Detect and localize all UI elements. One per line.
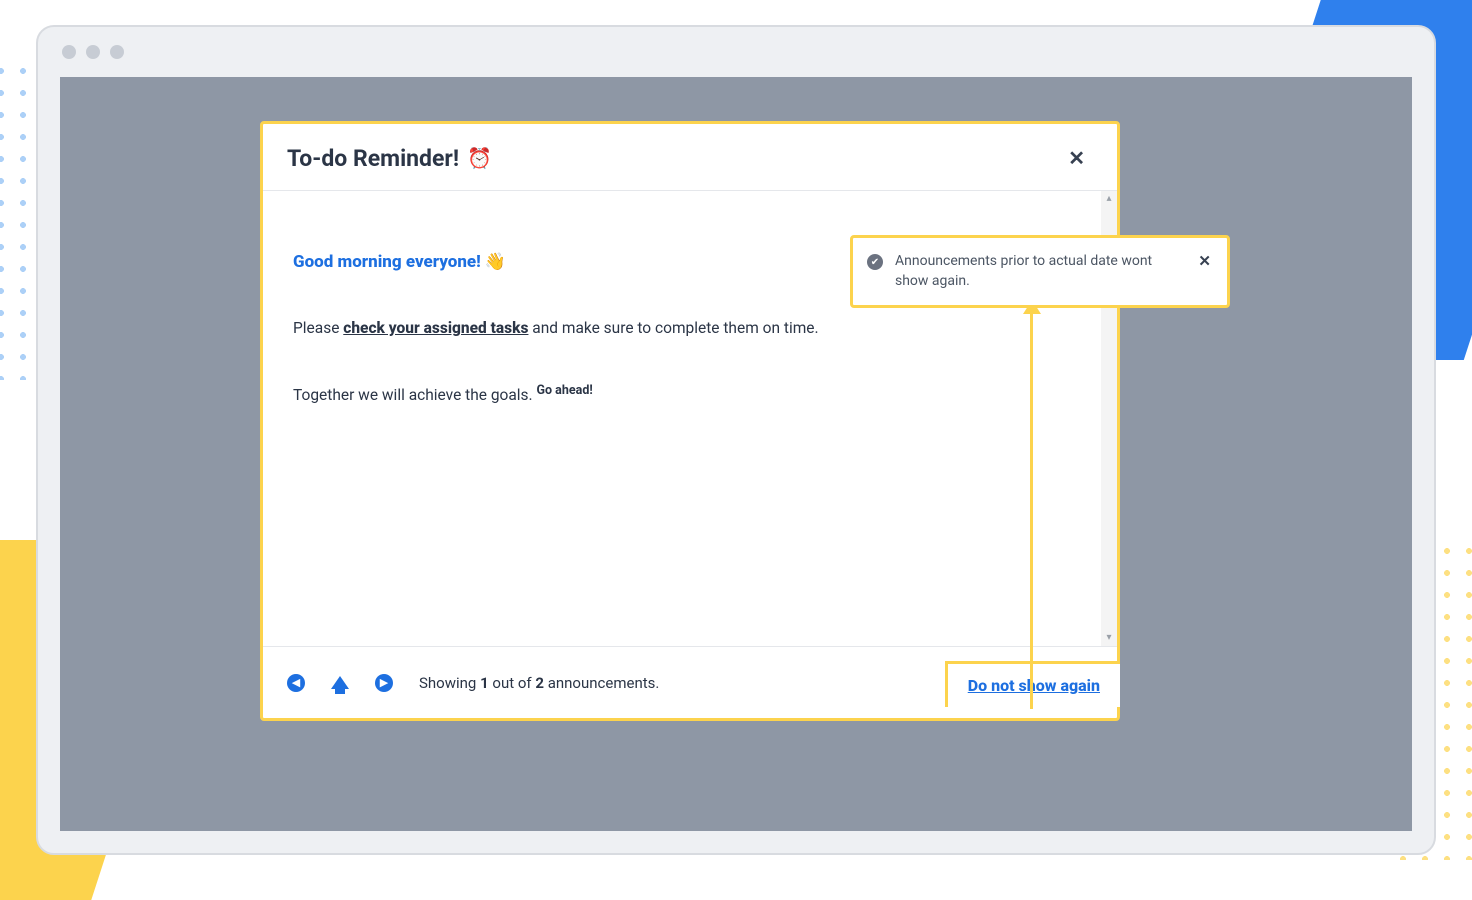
counter-current: 1	[480, 674, 489, 692]
next-announcement-button[interactable]: ▶	[375, 674, 393, 692]
modal-close-button[interactable]: ✕	[1060, 142, 1093, 174]
announcement-counter: Showing 1 out of 2 announcements.	[419, 674, 659, 692]
counter-suffix: announcements.	[544, 674, 659, 692]
browser-titlebar	[38, 27, 1434, 77]
counter-middle: out of	[489, 674, 536, 692]
check-tasks-link[interactable]: check your assigned tasks	[343, 319, 528, 337]
callout-arrow-line	[1030, 309, 1033, 709]
window-dot-1	[62, 45, 76, 59]
goals-line: Together we will achieve the goals. Go a…	[293, 381, 1087, 408]
modal-title: To-do Reminder!	[287, 145, 459, 172]
footer-left: ◀ ▶ Showing 1 out of 2 announcements.	[287, 674, 659, 692]
do-not-show-again-link[interactable]: Do not show again	[968, 676, 1100, 695]
decor-dots-left	[0, 60, 40, 380]
modal-header: To-do Reminder! ⏰ ✕	[263, 124, 1117, 191]
announcement-nav: ◀ ▶	[287, 674, 393, 692]
counter-total: 2	[535, 674, 544, 692]
goals-text: Together we will achieve the goals.	[293, 386, 537, 404]
tasks-text-after: and make sure to complete them on time.	[528, 319, 818, 337]
app-viewport: To-do Reminder! ⏰ ✕ ▴ ▾ Good morning eve…	[60, 77, 1412, 831]
goals-emphasis: Go ahead!	[537, 383, 593, 398]
tasks-text-before: Please	[293, 319, 343, 337]
arrow-left-icon: ◀	[292, 676, 300, 689]
callout-close-button[interactable]: ✕	[1198, 252, 1211, 270]
counter-prefix: Showing	[419, 674, 480, 692]
scroll-down-icon[interactable]: ▾	[1101, 630, 1117, 646]
tasks-instruction: Please check your assigned tasks and mak…	[293, 316, 1087, 341]
modal-footer: ◀ ▶ Showing 1 out of 2 announcements. Do…	[263, 646, 1117, 718]
prev-announcement-button[interactable]: ◀	[287, 674, 305, 692]
window-dot-2	[86, 45, 100, 59]
check-circle-icon: ✔	[867, 254, 883, 270]
announcement-modal: To-do Reminder! ⏰ ✕ ▴ ▾ Good morning eve…	[260, 121, 1120, 721]
arrow-right-icon: ▶	[380, 676, 388, 689]
browser-frame: To-do Reminder! ⏰ ✕ ▴ ▾ Good morning eve…	[36, 25, 1436, 855]
wave-icon: 👋	[485, 252, 506, 272]
info-callout: ✔ Announcements prior to actual date won…	[850, 235, 1230, 308]
modal-title-wrap: To-do Reminder! ⏰	[287, 145, 492, 172]
greeting-text: Good morning everyone!	[293, 252, 481, 272]
scroll-up-icon[interactable]: ▴	[1101, 191, 1117, 207]
alarm-clock-icon: ⏰	[467, 146, 492, 170]
window-dot-3	[110, 45, 124, 59]
home-button[interactable]	[331, 676, 349, 689]
callout-message: Announcements prior to actual date wont …	[895, 252, 1186, 291]
